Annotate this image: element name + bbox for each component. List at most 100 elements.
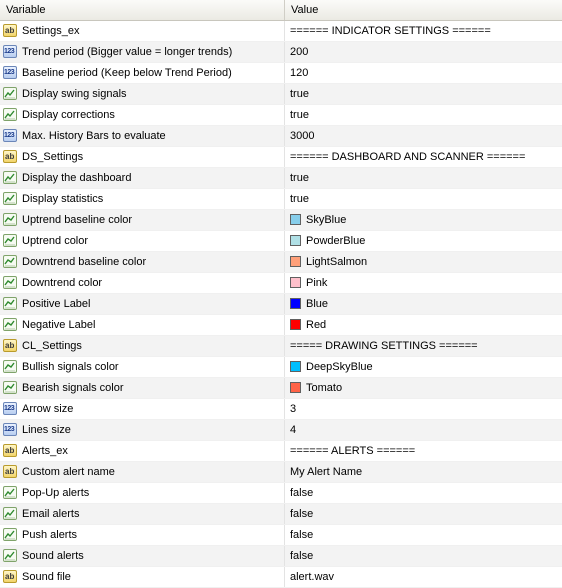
variable-cell[interactable]: 123 Lines size: [0, 420, 285, 440]
variable-cell[interactable]: Negative Label: [0, 315, 285, 335]
variable-cell[interactable]: Bearish signals color: [0, 378, 285, 398]
variable-cell[interactable]: ab Alerts_ex: [0, 441, 285, 461]
value-cell[interactable]: false: [285, 504, 562, 524]
table-row[interactable]: Display corrections true: [0, 105, 562, 126]
variable-cell[interactable]: ab DS_Settings: [0, 147, 285, 167]
variable-cell[interactable]: Email alerts: [0, 504, 285, 524]
variable-cell[interactable]: ab Custom alert name: [0, 462, 285, 482]
variable-cell[interactable]: Uptrend color: [0, 231, 285, 251]
value-cell[interactable]: 4: [285, 420, 562, 440]
table-row[interactable]: Bearish signals color Tomato: [0, 378, 562, 399]
value-cell[interactable]: Pink: [285, 273, 562, 293]
value-cell[interactable]: true: [285, 168, 562, 188]
table-row[interactable]: 123 Lines size 4: [0, 420, 562, 441]
table-row[interactable]: Bullish signals color DeepSkyBlue: [0, 357, 562, 378]
color-swatch[interactable]: [290, 214, 301, 225]
variable-value: 120: [290, 67, 309, 79]
value-column-header[interactable]: Value: [285, 0, 562, 20]
table-row[interactable]: Uptrend baseline color SkyBlue: [0, 210, 562, 231]
variable-name: Display swing signals: [22, 88, 127, 100]
variable-cell[interactable]: 123 Arrow size: [0, 399, 285, 419]
variable-cell[interactable]: Pop-Up alerts: [0, 483, 285, 503]
variable-value: ====== DASHBOARD AND SCANNER ======: [290, 151, 526, 163]
table-row[interactable]: 123 Trend period (Bigger value = longer t…: [0, 42, 562, 63]
variable-cell[interactable]: Downtrend color: [0, 273, 285, 293]
table-row[interactable]: ab Sound file alert.wav: [0, 567, 562, 588]
variable-cell[interactable]: Display corrections: [0, 105, 285, 125]
table-row[interactable]: ab Custom alert name My Alert Name: [0, 462, 562, 483]
value-cell[interactable]: true: [285, 189, 562, 209]
value-cell[interactable]: false: [285, 483, 562, 503]
value-cell[interactable]: false: [285, 525, 562, 545]
table-row[interactable]: ab Alerts_ex ====== ALERTS ======: [0, 441, 562, 462]
value-cell[interactable]: DeepSkyBlue: [285, 357, 562, 377]
variable-cell[interactable]: Positive Label: [0, 294, 285, 314]
table-row[interactable]: ab DS_Settings ====== DASHBOARD AND SCANNE…: [0, 147, 562, 168]
value-cell[interactable]: ====== DASHBOARD AND SCANNER ======: [285, 147, 562, 167]
table-row[interactable]: Downtrend baseline color LightSalmon: [0, 252, 562, 273]
variable-value: true: [290, 193, 309, 205]
variable-name: Sound alerts: [22, 550, 84, 562]
table-row[interactable]: Display swing signals true: [0, 84, 562, 105]
table-row[interactable]: ab Settings_ex ====== INDICATOR SETTINGS =…: [0, 21, 562, 42]
variable-name: Display statistics: [22, 193, 104, 205]
color-swatch[interactable]: [290, 235, 301, 246]
variable-cell[interactable]: Sound alerts: [0, 546, 285, 566]
variable-value: 4: [290, 424, 297, 436]
color-swatch[interactable]: [290, 256, 301, 267]
table-row[interactable]: 123 Arrow size 3: [0, 399, 562, 420]
variable-cell[interactable]: ab Settings_ex: [0, 21, 285, 41]
variable-cell[interactable]: ab CL_Settings: [0, 336, 285, 356]
value-cell[interactable]: alert.wav: [285, 567, 562, 587]
variable-cell[interactable]: 123 Trend period (Bigger value = longer t…: [0, 42, 285, 62]
variable-cell[interactable]: Push alerts: [0, 525, 285, 545]
table-row[interactable]: Display statistics true: [0, 189, 562, 210]
variable-cell[interactable]: Display swing signals: [0, 84, 285, 104]
color-swatch[interactable]: [290, 382, 301, 393]
value-cell[interactable]: ====== INDICATOR SETTINGS ======: [285, 21, 562, 41]
value-cell[interactable]: Blue: [285, 294, 562, 314]
table-row[interactable]: Uptrend color PowderBlue: [0, 231, 562, 252]
color-swatch[interactable]: [290, 361, 301, 372]
variable-cell[interactable]: Uptrend baseline color: [0, 210, 285, 230]
variable-value: true: [290, 88, 309, 100]
variable-cell[interactable]: Downtrend baseline color: [0, 252, 285, 272]
value-cell[interactable]: PowderBlue: [285, 231, 562, 251]
table-row[interactable]: Downtrend color Pink: [0, 273, 562, 294]
variable-name: Arrow size: [22, 403, 74, 415]
value-cell[interactable]: My Alert Name: [285, 462, 562, 482]
value-cell[interactable]: 120: [285, 63, 562, 83]
table-row[interactable]: Display the dashboard true: [0, 168, 562, 189]
value-cell[interactable]: 3: [285, 399, 562, 419]
table-row[interactable]: Push alerts false: [0, 525, 562, 546]
value-cell[interactable]: true: [285, 105, 562, 125]
value-cell[interactable]: true: [285, 84, 562, 104]
bool-icon: [3, 486, 17, 499]
value-cell[interactable]: 3000: [285, 126, 562, 146]
color-swatch[interactable]: [290, 277, 301, 288]
variable-cell[interactable]: Bullish signals color: [0, 357, 285, 377]
table-row[interactable]: 123 Max. History Bars to evaluate 3000: [0, 126, 562, 147]
table-row[interactable]: Email alerts false: [0, 504, 562, 525]
value-cell[interactable]: LightSalmon: [285, 252, 562, 272]
value-cell[interactable]: false: [285, 546, 562, 566]
table-row[interactable]: 123 Baseline period (Keep below Trend Per…: [0, 63, 562, 84]
variable-cell[interactable]: 123 Max. History Bars to evaluate: [0, 126, 285, 146]
table-row[interactable]: Pop-Up alerts false: [0, 483, 562, 504]
value-cell[interactable]: ===== DRAWING SETTINGS ======: [285, 336, 562, 356]
variable-cell[interactable]: 123 Baseline period (Keep below Trend Per…: [0, 63, 285, 83]
variable-column-header[interactable]: Variable: [0, 0, 285, 20]
color-swatch[interactable]: [290, 298, 301, 309]
value-cell[interactable]: ====== ALERTS ======: [285, 441, 562, 461]
value-cell[interactable]: Tomato: [285, 378, 562, 398]
value-cell[interactable]: 200: [285, 42, 562, 62]
value-cell[interactable]: Red: [285, 315, 562, 335]
variable-cell[interactable]: Display statistics: [0, 189, 285, 209]
variable-cell[interactable]: ab Sound file: [0, 567, 285, 587]
variable-cell[interactable]: Display the dashboard: [0, 168, 285, 188]
table-row[interactable]: Negative Label Red: [0, 315, 562, 336]
color-swatch[interactable]: [290, 319, 301, 330]
table-row[interactable]: Positive Label Blue: [0, 294, 562, 315]
value-cell[interactable]: SkyBlue: [285, 210, 562, 230]
table-row[interactable]: ab CL_Settings ===== DRAWING SETTINGS ====…: [0, 336, 562, 357]
